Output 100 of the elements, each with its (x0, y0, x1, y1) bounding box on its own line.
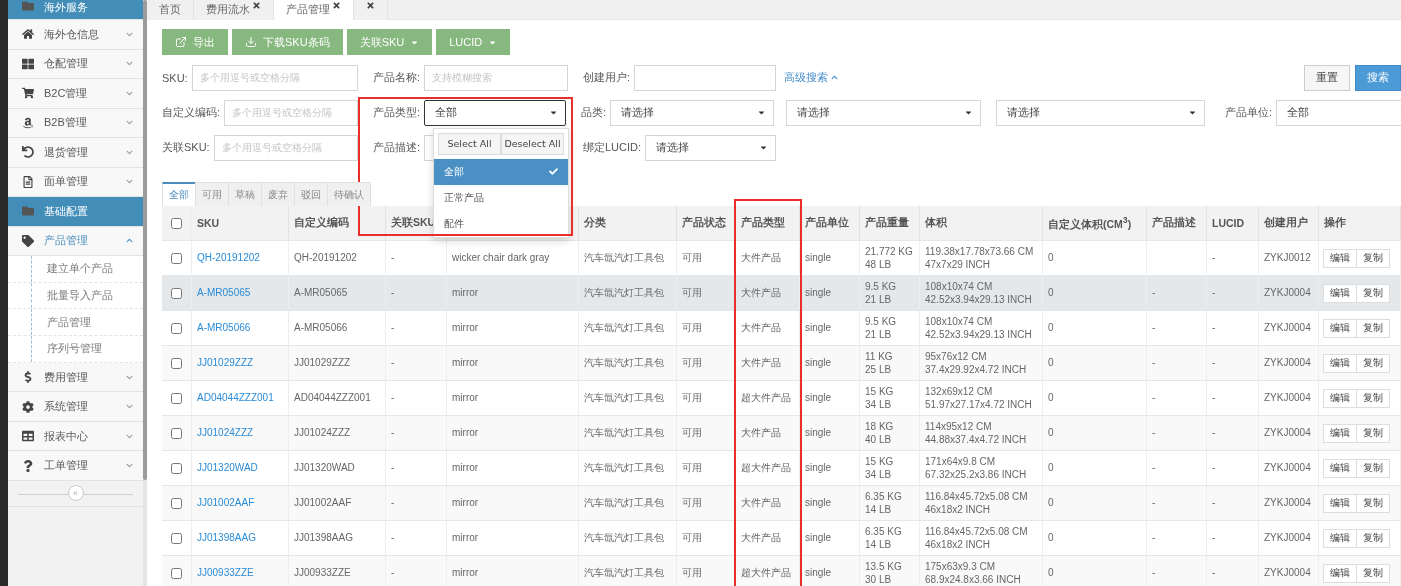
table-cell: 0 (1043, 241, 1147, 275)
row-action-button[interactable]: 复制 (1356, 353, 1390, 373)
page-tab[interactable]: 费用流水 (194, 0, 274, 20)
row-action-button[interactable]: 复制 (1356, 528, 1390, 548)
table-cell: mirror (447, 346, 579, 380)
column-header: 产品状态 (677, 206, 736, 240)
table-row[interactable]: JJ01002AAF JJ01002AAF - mirror 汽车氙汽灯工具包 可用 大件产品 single 6.35 KG 14 LB 116.84x45.72x5.08 CM 46x18x2 INCH 0 - - ZYKJ0004 编辑 复制 (162, 486, 1401, 521)
row-action-button[interactable]: 复制 (1356, 248, 1390, 268)
row-action-button[interactable]: 复制 (1356, 563, 1390, 583)
sku-link[interactable]: AD04044ZZZ001 (192, 381, 289, 415)
row-action-button[interactable]: 复制 (1356, 388, 1390, 408)
row-action-button[interactable]: 编辑 (1323, 423, 1357, 443)
close-icon[interactable] (332, 1, 341, 10)
dropdown-option[interactable]: 正常产品 (434, 184, 568, 211)
sidebar-item[interactable]: B2C管理 (8, 79, 143, 109)
sku-link[interactable]: JJ01024ZZZ (192, 416, 289, 450)
checkbox[interactable] (171, 392, 182, 404)
sidebar-item[interactable]: 产品管理 (8, 226, 143, 256)
checkbox[interactable] (171, 427, 182, 439)
table-row[interactable]: QH-20191202 QH-20191202 - wicker chair dark gray 汽车氙汽灯工具包 可用 大件产品 single 21.772 KG 48 LB 119.38x17.78x73.66 CM 47x7x29 INCH 0 - ZYKJ0012 编辑 复制 (162, 241, 1401, 276)
sidebar-subitem[interactable]: 产品管理 (8, 309, 143, 337)
row-action-button[interactable]: 编辑 (1323, 353, 1357, 373)
row-action-button[interactable]: 编辑 (1323, 493, 1357, 513)
advanced-search-link[interactable]: 高级搜索 (784, 70, 838, 85)
table-cell: mirror (447, 451, 579, 485)
sidebar-subitem[interactable]: 序列号管理 (8, 336, 143, 363)
checkbox[interactable] (171, 497, 182, 509)
dropdown-action[interactable]: Deselect All (501, 132, 564, 155)
row-action-button[interactable]: 编辑 (1323, 318, 1357, 338)
row-action-button[interactable]: 编辑 (1323, 458, 1357, 478)
sidebar-item[interactable]: 面单管理 (8, 167, 143, 197)
table-row[interactable]: AD04044ZZZ001 AD04044ZZZ001 - mirror 汽车氙汽灯工具包 可用 超大件产品 single 15 KG 34 LB 132x69x12 CM 51.97x27.17x4.72 INCH 0 - - ZYKJ0004 编辑 复制 (162, 381, 1401, 416)
sidebar-item[interactable]: B2B管理 (8, 108, 143, 138)
sidebar-item[interactable]: 报表中心 (8, 421, 143, 452)
checkbox[interactable] (171, 322, 182, 334)
status-tab[interactable]: 全部 (162, 182, 196, 206)
table-row[interactable]: JJ00933ZZE JJ00933ZZE - mirror 汽车氙汽灯工具包 可用 超大件产品 single 13.5 KG 30 LB 175x63x9.3 CM 68.9x24.8x3.66 INCH 0 - - ZYKJ0004 编辑 复制 (162, 556, 1401, 586)
checkbox[interactable] (171, 462, 182, 474)
sku-link[interactable]: QH-20191202 (192, 241, 289, 275)
sidebar-section[interactable]: 基础配置 (8, 197, 143, 227)
row-action-button[interactable]: 编辑 (1323, 248, 1357, 268)
chevron-up-icon (126, 237, 133, 245)
reset-button[interactable]: 重置 (1304, 64, 1350, 91)
row-action-button[interactable]: 复制 (1356, 423, 1390, 443)
table-cell: ZYKJ0004 (1259, 416, 1319, 450)
grid-icon (22, 57, 34, 70)
table-cell: 可用 (677, 311, 736, 345)
select-field[interactable]: 全部 (1276, 99, 1401, 126)
table-row[interactable]: A-MR05065 A-MR05065 - mirror 汽车氙汽灯工具包 可用 大件产品 single 9.5 KG 21 LB 108x10x74 CM 42.52x3.94x29.13 INCH 0 - - ZYKJ0004 编辑 复制 (162, 276, 1401, 311)
select-field[interactable]: 全部 (424, 99, 566, 126)
row-action-button[interactable]: 编辑 (1323, 283, 1357, 303)
sidebar-section[interactable]: 海外服务 (8, 0, 143, 20)
sku-link[interactable]: JJ00933ZZE (192, 556, 289, 586)
checkbox[interactable] (171, 252, 182, 264)
row-action-button[interactable]: 编辑 (1323, 388, 1357, 408)
table-row[interactable]: JJ01029ZZZ JJ01029ZZZ - mirror 汽车氙汽灯工具包 可用 大件产品 single 11 KG 25 LB 95x76x12 CM 37.4x29.92x4.72 INCH 0 - - ZYKJ0004 编辑 复制 (162, 346, 1401, 381)
sku-link[interactable]: JJ01002AAF (192, 486, 289, 520)
sidebar-item[interactable]: 费用管理 (8, 362, 143, 393)
sku-link[interactable]: JJ01398AAG (192, 521, 289, 555)
select-field[interactable]: 请选择 (610, 99, 774, 126)
table-cell: - (386, 276, 447, 310)
close-icon[interactable] (252, 1, 261, 10)
checkbox[interactable] (171, 532, 182, 544)
sku-link[interactable]: A-MR05066 (192, 311, 289, 345)
table-row[interactable]: A-MR05066 A-MR05066 - mirror 汽车氙汽灯工具包 可用 大件产品 single 9.5 KG 21 LB 108x10x74 CM 42.52x3.94x29.13 INCH 0 - - ZYKJ0004 编辑 复制 (162, 311, 1401, 346)
page-tab[interactable]: 产品管理 (274, 0, 354, 20)
table-row[interactable]: JJ01398AAG JJ01398AAG - mirror 汽车氙汽灯工具包 可用 大件产品 single 6.35 KG 14 LB 116.84x45.72x5.08 CM 46x18x2 INCH 0 - - ZYKJ0004 编辑 复制 (162, 521, 1401, 556)
page-tab[interactable]: 首页 (147, 0, 194, 20)
checkbox[interactable] (171, 217, 182, 229)
sidebar-subitem[interactable]: 批量导入产品 (8, 282, 143, 310)
table-row[interactable]: JJ01320WAD JJ01320WAD - mirror 汽车氙汽灯工具包 可用 超大件产品 single 15 KG 34 LB 171x64x9.8 CM 67.32x25.2x3.86 INCH 0 - - ZYKJ0004 编辑 复制 (162, 451, 1401, 486)
sidebar-item[interactable]: 工单管理 (8, 451, 143, 481)
input-field[interactable] (634, 64, 776, 91)
select-field[interactable]: 请选择 (786, 99, 981, 126)
checkbox[interactable] (171, 567, 182, 579)
sidebar-item[interactable]: 退货管理 (8, 138, 143, 168)
row-action-button[interactable]: 复制 (1356, 283, 1390, 303)
page-tab[interactable] (354, 0, 388, 20)
sidebar-item[interactable]: 海外仓信息 (8, 20, 143, 50)
sku-link[interactable]: JJ01029ZZZ (192, 346, 289, 380)
row-action-button[interactable]: 编辑 (1323, 528, 1357, 548)
checkbox[interactable] (171, 357, 182, 369)
row-action-button[interactable]: 复制 (1356, 318, 1390, 338)
row-action-button[interactable]: 编辑 (1323, 563, 1357, 583)
row-action-button[interactable]: 复制 (1356, 493, 1390, 513)
sidebar-item[interactable]: 系统管理 (8, 392, 143, 422)
select-field[interactable]: 请选择 (996, 99, 1205, 126)
scrollbar-thumb[interactable] (143, 0, 147, 480)
sidebar-item[interactable]: 仓配管理 (8, 49, 143, 79)
table-row[interactable]: JJ01024ZZZ JJ01024ZZZ - mirror 汽车氙汽灯工具包 可用 大件产品 single 18 KG 40 LB 114x95x12 CM 44.88x37.4x4.72 INCH 0 - - ZYKJ0004 编辑 复制 (162, 416, 1401, 451)
sku-link[interactable]: JJ01320WAD (192, 451, 289, 485)
select-field[interactable]: 请选择 (645, 134, 776, 161)
field-label: 产品名称: (373, 70, 422, 85)
row-action-button[interactable]: 复制 (1356, 458, 1390, 478)
table-cell: - (1147, 521, 1207, 555)
close-icon[interactable] (366, 1, 375, 10)
checkbox[interactable] (171, 287, 182, 299)
dropdown-action[interactable]: Select All (438, 132, 501, 155)
sidebar-subitem[interactable]: 建立单个产品 (8, 256, 143, 283)
table-cell: 汽车氙汽灯工具包 (579, 556, 677, 586)
